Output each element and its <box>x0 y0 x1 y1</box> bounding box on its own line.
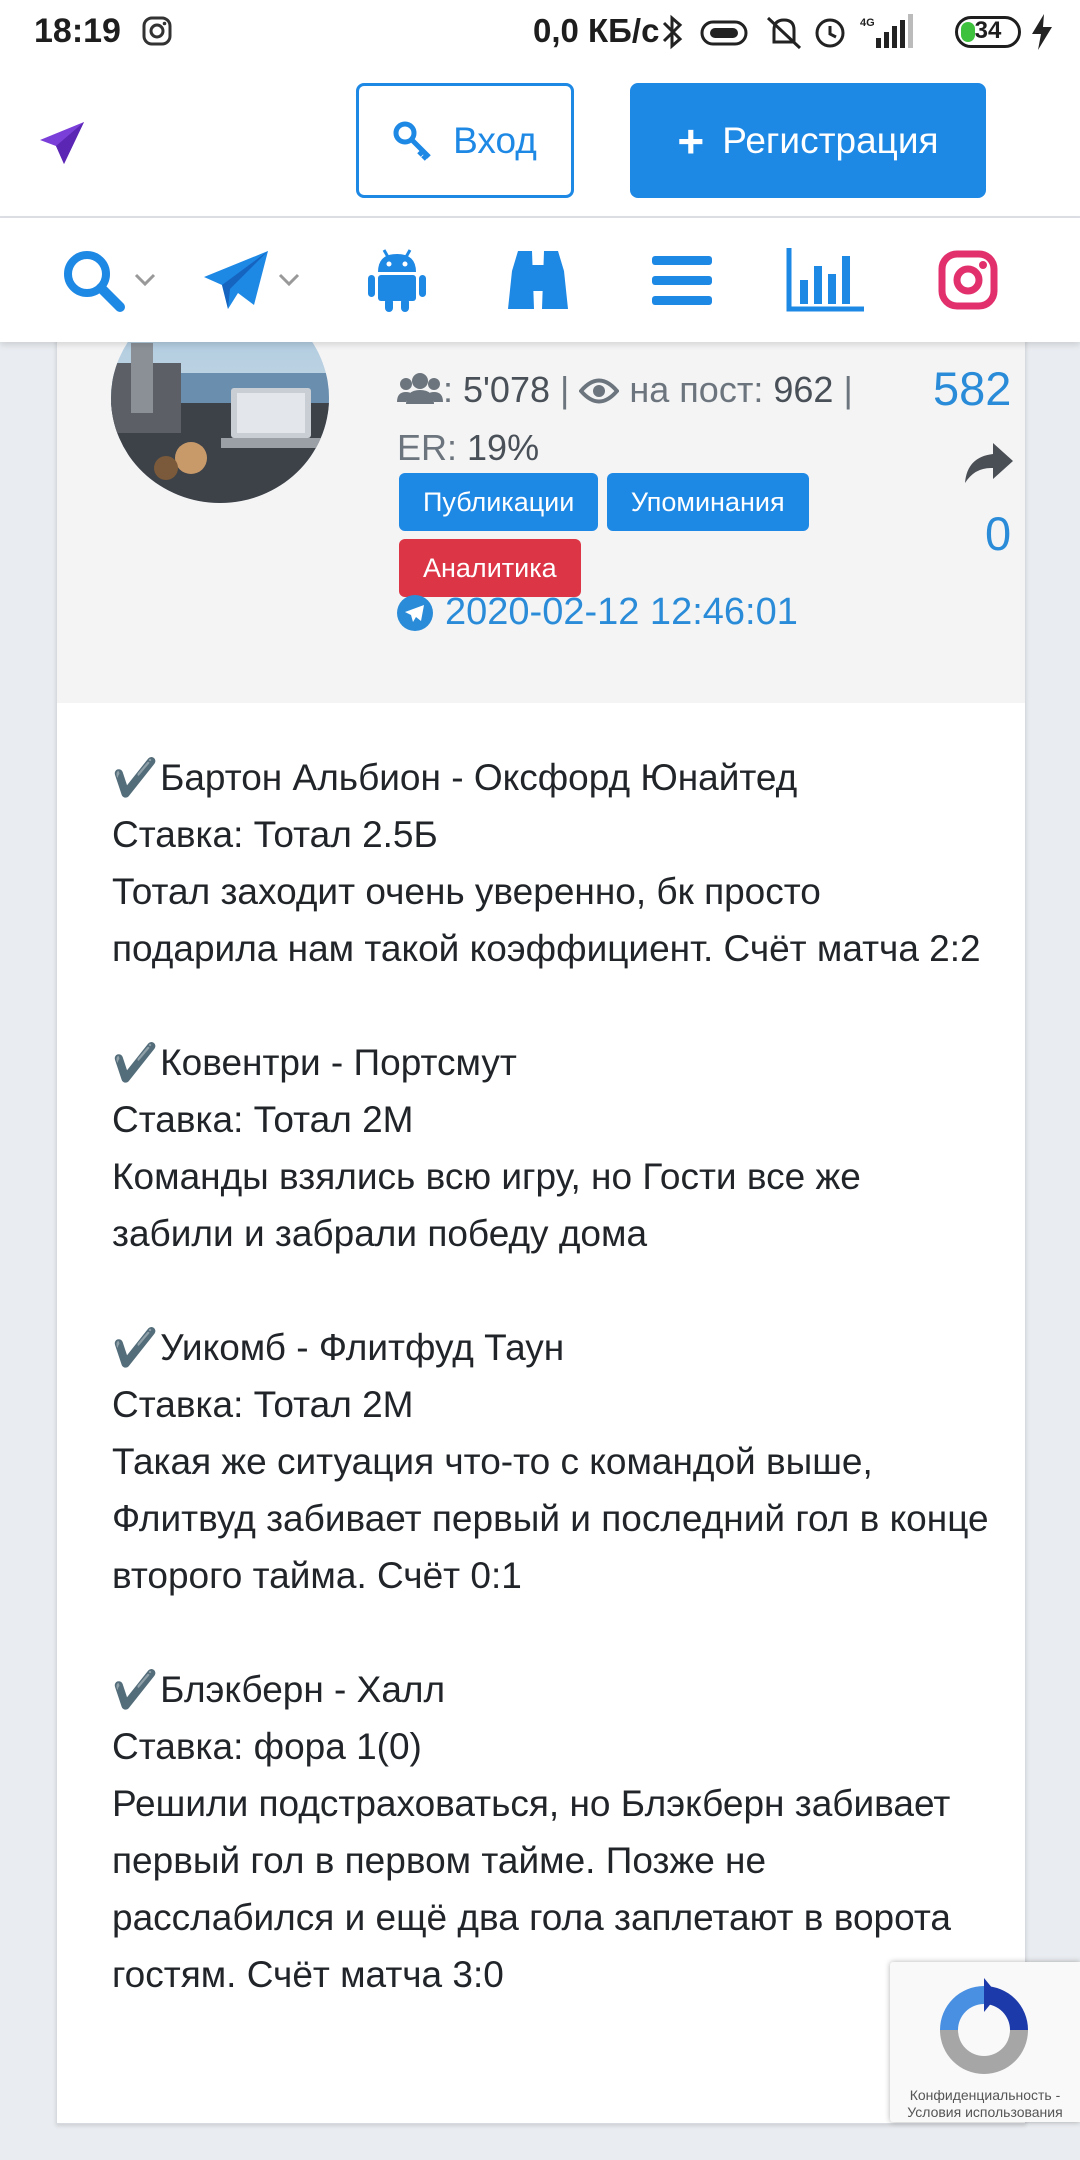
eye-icon <box>578 378 621 404</box>
post-actions: Публикации Упоминания Аналитика <box>399 473 919 605</box>
match-title: Блэкберн - Халл <box>160 1669 446 1710</box>
charging-icon <box>1032 14 1052 50</box>
match-comment: Команды взялись всю игру, но Гости все ж… <box>112 1156 861 1254</box>
telegram-icon <box>204 251 268 309</box>
chevron-down-icon <box>134 273 156 287</box>
post-block: ✔️Блэкберн - Халл Ставка: фора 1(0) Реши… <box>112 1661 992 2003</box>
recaptcha-icon <box>940 1978 1028 2074</box>
status-time: 18:19 <box>34 12 121 50</box>
users-icon <box>397 373 443 404</box>
post-block: ✔️Бартон Альбион - Оксфорд Юнайтед Ставк… <box>112 749 992 977</box>
login-button[interactable]: Вход <box>356 83 574 198</box>
nav-stats[interactable] <box>786 246 864 314</box>
post-block: ✔️Ковентри - Портсмут Ставка: Тотал 2М К… <box>112 1034 992 1262</box>
recaptcha-badge[interactable]: Конфиденциальность - Условия использован… <box>890 1962 1080 2122</box>
search-icon <box>64 251 125 312</box>
match-title: Бартон Альбион - Оксфорд Юнайтед <box>160 757 798 798</box>
menu-icon <box>652 256 712 305</box>
instagram-notification-icon <box>142 16 172 46</box>
battery-level: 34 <box>974 17 1002 44</box>
instagram-icon <box>938 250 998 310</box>
status-icons: 4G <box>662 14 913 50</box>
post-block: ✔️Уикомб - Флитфуд Таун Ставка: Тотал 2М… <box>112 1319 992 1604</box>
post-stats: : 5'078 | на пост: 962 | ER: 19% <box>397 369 853 468</box>
stats-icon <box>786 248 864 312</box>
nav-binoculars[interactable] <box>504 246 572 314</box>
post-card: : 5'078 | на пост: 962 | ER: 19% Публика… <box>56 300 1026 2124</box>
register-label: Регистрация <box>722 119 939 161</box>
recaptcha-links[interactable]: Конфиденциальность - Условия использован… <box>890 2087 1080 2121</box>
top-bar: Вход + Регистрация <box>0 66 1080 218</box>
check-mark-icon: ✔️ <box>112 1042 159 1083</box>
er-value: 19% <box>467 427 540 468</box>
post-views-count: 582 <box>933 362 1012 415</box>
nav-search[interactable] <box>60 246 156 314</box>
chevron-down-icon <box>278 273 300 287</box>
logo-icon[interactable] <box>38 118 86 166</box>
match-comment: Решили подстраховаться, но Блэкберн заби… <box>112 1783 951 1995</box>
bet-text: Ставка: Тотал 2М <box>112 1384 414 1425</box>
register-button[interactable]: + Регистрация <box>630 83 986 198</box>
nav-instagram[interactable] <box>938 246 998 314</box>
match-title: Ковентри - Портсмут <box>160 1042 517 1083</box>
subscribers-count: 5'078 <box>463 369 550 410</box>
shares-count: 0 <box>985 507 1012 560</box>
mentions-button[interactable]: Упоминания <box>606 473 809 531</box>
nav-bar <box>0 218 1080 342</box>
plus-icon: + <box>677 114 705 167</box>
post-header: : 5'078 | на пост: 962 | ER: 19% Публика… <box>57 301 1025 703</box>
nav-telegram[interactable] <box>202 246 300 314</box>
key-icon <box>393 121 431 161</box>
share-icon[interactable] <box>963 441 1015 485</box>
nav-android[interactable] <box>368 246 426 314</box>
check-mark-icon: ✔️ <box>112 1327 159 1368</box>
bet-text: Ставка: фора 1(0) <box>112 1726 422 1767</box>
views-per-post: 962 <box>773 369 834 410</box>
bet-text: Ставка: Тотал 2М <box>112 1099 414 1140</box>
views-label: на пост: <box>629 369 764 410</box>
match-comment: Такая же ситуация что-то с командой выше… <box>112 1441 989 1596</box>
post-body: ✔️Бартон Альбион - Оксфорд Юнайтед Ставк… <box>112 749 992 2060</box>
post-date-link[interactable]: 2020-02-12 12:46:01 <box>397 591 798 634</box>
network-speed: 0,0 КБ/с <box>533 12 660 49</box>
analytics-button[interactable]: Аналитика <box>399 539 581 597</box>
check-mark-icon: ✔️ <box>112 757 159 798</box>
status-bar: 18:19 0,0 КБ/с 4G 34 <box>0 0 1080 66</box>
telegram-circle-icon <box>397 594 433 631</box>
match-title: Уикомб - Флитфуд Таун <box>160 1327 565 1368</box>
nav-menu[interactable] <box>652 246 712 314</box>
terms-link[interactable]: Условия использования <box>907 2104 1062 2120</box>
publications-button[interactable]: Публикации <box>399 473 599 531</box>
battery-icon: 34 <box>955 16 1021 48</box>
post-date: 2020-02-12 12:46:01 <box>445 591 798 633</box>
bet-text: Ставка: Тотал 2.5Б <box>112 814 438 855</box>
binoculars-icon <box>508 251 568 309</box>
check-mark-icon: ✔️ <box>112 1669 159 1710</box>
privacy-link[interactable]: Конфиденциальность - <box>910 2087 1061 2103</box>
match-comment: Тотал заходит очень уверенно, бк просто … <box>112 871 981 969</box>
android-icon <box>368 249 426 312</box>
login-label: Вход <box>453 119 537 161</box>
svg-text:4G: 4G <box>860 17 875 29</box>
er-label: ER: <box>397 427 458 468</box>
